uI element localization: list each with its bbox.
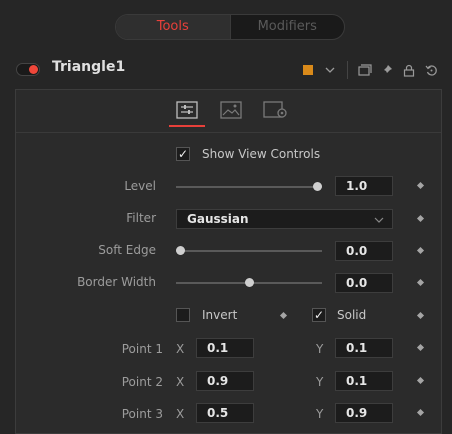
point-3-x-label: X <box>176 407 185 421</box>
invert-checkbox[interactable] <box>176 308 190 322</box>
tools-modifiers-switch: Tools Modifiers <box>115 14 345 40</box>
border-width-label: Border Width <box>77 275 156 289</box>
window-icon[interactable] <box>354 60 376 80</box>
chevron-down-icon <box>374 210 384 229</box>
soft-edge-value-field[interactable]: 0.0 <box>335 241 393 261</box>
pin-icon[interactable] <box>376 60 398 80</box>
chevron-down-icon[interactable] <box>319 60 341 80</box>
level-keyframe-button[interactable] <box>416 181 425 190</box>
toggle-knob <box>29 65 38 74</box>
point-1-x-label: X <box>176 342 185 356</box>
point-2-y-label: Y <box>316 375 324 389</box>
point-2-label: Point 2 <box>121 375 163 389</box>
point-3-y-field[interactable]: 0.9 <box>335 403 393 423</box>
point-1-keyframe-button[interactable] <box>416 343 425 352</box>
color-swatch <box>303 65 313 75</box>
lock-icon[interactable] <box>398 60 420 80</box>
solid-checkbox[interactable]: ✓ <box>312 308 326 322</box>
point-2-x-label: X <box>176 375 185 389</box>
header-separator <box>347 61 348 79</box>
filter-dropdown[interactable]: Gaussian <box>176 209 393 229</box>
level-slider-handle[interactable] <box>313 182 322 191</box>
subtab-divider <box>16 132 441 133</box>
tab-tools[interactable]: Tools <box>116 15 231 39</box>
point-1-y-field[interactable]: 0.1 <box>335 338 393 358</box>
soft-edge-slider-handle[interactable] <box>176 246 185 255</box>
tab-controls[interactable] <box>169 101 205 127</box>
soft-edge-slider-track[interactable] <box>176 250 322 252</box>
reset-icon[interactable] <box>420 60 442 80</box>
tab-image[interactable] <box>220 101 242 119</box>
show-view-controls-checkbox[interactable]: ✓ <box>176 147 190 161</box>
point-3-label: Point 3 <box>121 407 163 421</box>
inspector-panel: ✓ Show View Controls Level 1.0 Filter Ga… <box>15 89 442 434</box>
tab-modifiers[interactable]: Modifiers <box>231 15 345 39</box>
point-3-x-field[interactable]: 0.5 <box>196 403 254 423</box>
point-1-y-label: Y <box>316 342 324 356</box>
solid-label: Solid <box>337 308 367 322</box>
invert-keyframe-button[interactable] <box>279 311 288 320</box>
filter-keyframe-button[interactable] <box>416 214 425 223</box>
tab-settings[interactable] <box>263 101 287 119</box>
header-icons <box>297 60 442 80</box>
filter-label: Filter <box>126 211 156 225</box>
controls-icon <box>176 101 198 119</box>
border-width-slider-handle[interactable] <box>245 278 254 287</box>
invert-label: Invert <box>202 308 238 322</box>
point-2-keyframe-button[interactable] <box>416 376 425 385</box>
point-2-y-field[interactable]: 0.1 <box>335 371 393 391</box>
soft-edge-keyframe-button[interactable] <box>416 246 425 255</box>
soft-edge-label: Soft Edge <box>98 243 156 257</box>
solid-keyframe-button[interactable] <box>416 311 425 320</box>
level-slider-track[interactable] <box>176 186 322 188</box>
subtab-bar <box>16 98 441 127</box>
image-icon <box>220 101 242 119</box>
border-width-keyframe-button[interactable] <box>416 278 425 287</box>
node-title: Triangle1 <box>52 59 126 75</box>
point-3-keyframe-button[interactable] <box>416 408 425 417</box>
show-view-controls-label: Show View Controls <box>202 147 321 161</box>
filter-value: Gaussian <box>187 212 249 226</box>
color-swatch-button[interactable] <box>297 60 319 80</box>
node-enable-toggle[interactable] <box>16 63 40 76</box>
node-header: Triangle1 <box>0 52 452 88</box>
settings-icon <box>263 101 287 118</box>
border-width-value-field[interactable]: 0.0 <box>335 273 393 293</box>
point-1-label: Point 1 <box>121 342 163 356</box>
point-2-x-field[interactable]: 0.9 <box>196 371 254 391</box>
level-label: Level <box>124 179 156 193</box>
point-3-y-label: Y <box>316 407 324 421</box>
point-1-x-field[interactable]: 0.1 <box>196 338 254 358</box>
level-value-field[interactable]: 1.0 <box>335 176 393 196</box>
